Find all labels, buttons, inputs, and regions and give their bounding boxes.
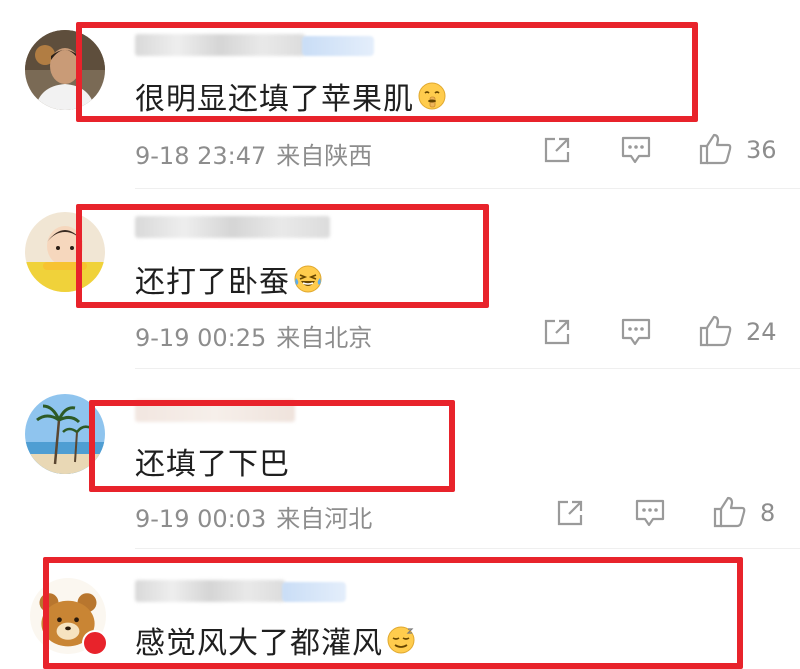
share-icon[interactable] bbox=[554, 497, 586, 529]
share-icon[interactable] bbox=[541, 134, 573, 166]
comment-time: 9-19 00:03 bbox=[135, 505, 267, 533]
divider bbox=[135, 188, 800, 189]
comment-meta: 9-18 23:47 来自陕西 bbox=[135, 136, 372, 171]
comment-location: 来自陕西 bbox=[276, 142, 373, 170]
like-icon[interactable] bbox=[712, 494, 748, 530]
comment-icon[interactable] bbox=[619, 134, 653, 166]
comment-icon[interactable] bbox=[633, 497, 667, 529]
divider bbox=[135, 368, 800, 369]
like-count: 8 bbox=[760, 499, 776, 527]
highlight-box bbox=[89, 400, 455, 492]
comment-time: 9-19 00:25 bbox=[135, 324, 267, 352]
comment-location: 来自河北 bbox=[276, 505, 373, 533]
highlight-box bbox=[76, 204, 489, 308]
comment-icon[interactable] bbox=[619, 316, 653, 348]
highlight-box bbox=[43, 557, 743, 669]
share-icon[interactable] bbox=[541, 316, 573, 348]
like-icon[interactable] bbox=[698, 131, 734, 167]
highlight-box bbox=[76, 22, 698, 122]
like-icon[interactable] bbox=[698, 313, 734, 349]
like-count: 36 bbox=[746, 136, 777, 164]
comment-meta: 9-19 00:25 来自北京 bbox=[135, 318, 372, 353]
comment-time: 9-18 23:47 bbox=[135, 142, 267, 170]
divider bbox=[135, 548, 800, 549]
comment-meta: 9-19 00:03 来自河北 bbox=[135, 499, 372, 534]
comment-location: 来自北京 bbox=[276, 324, 373, 352]
like-count: 24 bbox=[746, 318, 777, 346]
